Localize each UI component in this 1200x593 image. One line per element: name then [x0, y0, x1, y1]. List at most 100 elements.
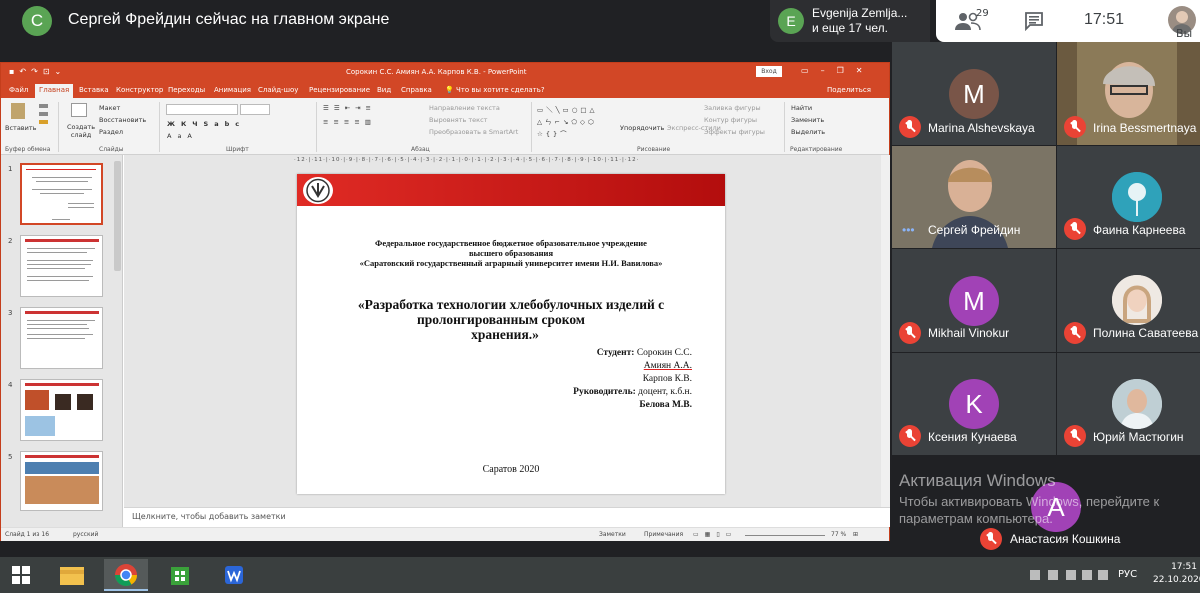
fit-slide-icon[interactable]: ⊞ [853, 531, 858, 538]
monitor-tray-icon[interactable] [1082, 570, 1092, 580]
undo-icon[interactable]: ↶ [19, 67, 31, 76]
participant-tile[interactable]: Фаина Карнеева [1057, 146, 1200, 248]
flag-tray-icon[interactable] [1048, 570, 1058, 580]
window-buttons[interactable]: ▭–❐✕ [801, 66, 874, 75]
system-clock[interactable]: 17:51 22.10.2020 [1153, 561, 1200, 587]
participant-name: Ксения Кунаева [928, 430, 1017, 444]
share-button[interactable]: Поделиться [827, 86, 871, 94]
slide-thumbnail-4[interactable] [20, 379, 103, 441]
tab-view[interactable]: Вид [377, 86, 391, 94]
font-name-select[interactable] [166, 104, 238, 115]
copy-icon[interactable] [39, 112, 48, 116]
participant-tile[interactable]: ••• Сергей Фрейдин [892, 146, 1056, 248]
group-drawing: Рисование [637, 146, 671, 153]
format-painter-icon[interactable] [39, 120, 48, 124]
tab-animation[interactable]: Анимация [214, 86, 251, 94]
participant-tile[interactable]: K Ксения Кунаева [892, 353, 1056, 455]
view-buttons[interactable]: ▭▦▯▭ [693, 531, 737, 538]
tab-file[interactable]: Файл [9, 86, 28, 94]
thumbnail-scrollbar[interactable] [114, 161, 121, 271]
replace-button[interactable]: Заменить [791, 116, 824, 124]
new-slide-icon[interactable] [71, 103, 87, 117]
quick-access-toolbar[interactable]: ▪↶↷⊡⌄ [9, 67, 66, 76]
align-text-button[interactable]: Выровнять текст [429, 116, 487, 124]
align-buttons[interactable]: ≡≡≡≡▥ [323, 118, 376, 126]
slide-thumbnail-1[interactable] [20, 163, 103, 225]
arrange-button[interactable]: Упорядочить [620, 124, 664, 132]
reset-button[interactable]: Восстановить [99, 116, 146, 124]
login-button[interactable]: Вход [756, 66, 782, 77]
chat-icon[interactable] [1024, 11, 1044, 31]
paste-button[interactable]: Вставить [5, 124, 36, 132]
paste-icon[interactable] [11, 103, 25, 119]
input-language[interactable]: РУС [1118, 569, 1137, 580]
network-icon[interactable] [1066, 570, 1076, 580]
save-icon[interactable]: ▪ [9, 67, 19, 76]
redo-icon[interactable]: ↷ [31, 67, 43, 76]
file-explorer-icon[interactable] [50, 559, 94, 591]
tab-insert[interactable]: Вставка [79, 86, 109, 94]
other-participants-button[interactable]: E Evgenija Zemlja... и еще 17 чел. [770, 0, 930, 42]
font-color-buttons[interactable]: AaA [167, 132, 198, 140]
slide-thumbnail-2[interactable] [20, 235, 103, 297]
shapes-gallery-row2[interactable]: △ㄣ⌐↘⬠◇⬡ [537, 116, 597, 126]
maximize-icon[interactable]: ❐ [837, 66, 856, 75]
shape-outline-button[interactable]: Контур фигуры [704, 116, 757, 124]
font-format-buttons[interactable]: ЖКЧSabc [167, 120, 245, 128]
customize-icon[interactable]: ⌄ [55, 67, 67, 76]
slide-thumbnail-5[interactable] [20, 451, 103, 511]
comments-toggle[interactable]: Примечания [644, 531, 683, 538]
zoom-slider[interactable] [745, 535, 825, 536]
tab-design[interactable]: Конструктор [116, 86, 163, 94]
volume-icon[interactable] [1098, 570, 1108, 580]
language-indicator[interactable]: русский [73, 531, 98, 538]
org-line-3: «Саратовский государственный аграрный ун… [359, 258, 663, 268]
find-button[interactable]: Найти [791, 104, 812, 112]
store-icon[interactable] [158, 559, 202, 591]
font-size-select[interactable] [240, 104, 270, 115]
tab-home[interactable]: Главная [35, 84, 74, 98]
participant-tile[interactable]: Irina Bessmertnaya [1057, 42, 1200, 145]
notes-toggle[interactable]: Заметки [599, 531, 626, 538]
mic-off-icon [980, 528, 1002, 550]
slide-scrollbar[interactable] [881, 155, 890, 507]
wps-office-icon[interactable] [212, 559, 256, 591]
start-show-icon[interactable]: ⊡ [43, 67, 55, 76]
tab-help[interactable]: Справка [401, 86, 432, 94]
new-slide-button[interactable]: Создать слайд [66, 123, 96, 139]
participant-tile[interactable]: Полина Саватеева [1057, 249, 1200, 352]
participant-avatar [1112, 275, 1162, 325]
current-slide[interactable]: Федеральное государственное бюджетное об… [297, 174, 725, 494]
people-tray-icon[interactable] [1030, 570, 1040, 580]
start-button[interactable] [0, 559, 44, 591]
zoom-level[interactable]: 77 % [831, 531, 846, 538]
ribbon-display-icon[interactable]: ▭ [801, 66, 821, 75]
list-buttons[interactable]: ☰☰⇤⇥≡ [323, 104, 376, 112]
text-direction-button[interactable]: Направление текста [429, 104, 500, 112]
participant-tile[interactable]: Юрий Мастюгин [1057, 353, 1200, 455]
select-button[interactable]: Выделить [791, 128, 825, 136]
shapes-gallery-row3[interactable]: ☆{}⌒ [537, 128, 570, 138]
participant-tile[interactable]: M Mikhail Vinokur [892, 249, 1056, 352]
shape-fill-button[interactable]: Заливка фигуры [704, 104, 761, 112]
smartart-button[interactable]: Преобразовать в SmartArt [429, 128, 518, 136]
shapes-gallery[interactable]: ▭＼╲▭○□△ [537, 104, 598, 114]
notes-input[interactable]: Щелкните, чтобы добавить заметки [124, 507, 890, 527]
participant-avatar: K [949, 379, 999, 429]
slide-thumbnail-3[interactable] [20, 307, 103, 369]
tab-review[interactable]: Рецензирование [309, 86, 370, 94]
tab-slideshow[interactable]: Слайд-шоу [258, 86, 298, 94]
layout-button[interactable]: Макет [99, 104, 120, 112]
chrome-icon[interactable] [104, 559, 148, 591]
mic-off-icon [1064, 322, 1086, 344]
close-icon[interactable]: ✕ [856, 66, 875, 75]
tab-transitions[interactable]: Переходы [168, 86, 205, 94]
cut-icon[interactable] [39, 104, 48, 108]
thumb-number: 5 [8, 453, 13, 461]
tell-me-search[interactable]: 💡 Что вы хотите сделать? [445, 86, 545, 94]
shape-effects-button[interactable]: Эффекты фигуры [704, 128, 765, 136]
participant-tile[interactable]: M Marina Alshevskaya [892, 42, 1056, 145]
minimize-icon[interactable]: – [821, 66, 837, 75]
section-button[interactable]: Раздел [99, 128, 123, 136]
topic-title: «Разработка технологии хлебобулочных изд… [297, 297, 725, 342]
